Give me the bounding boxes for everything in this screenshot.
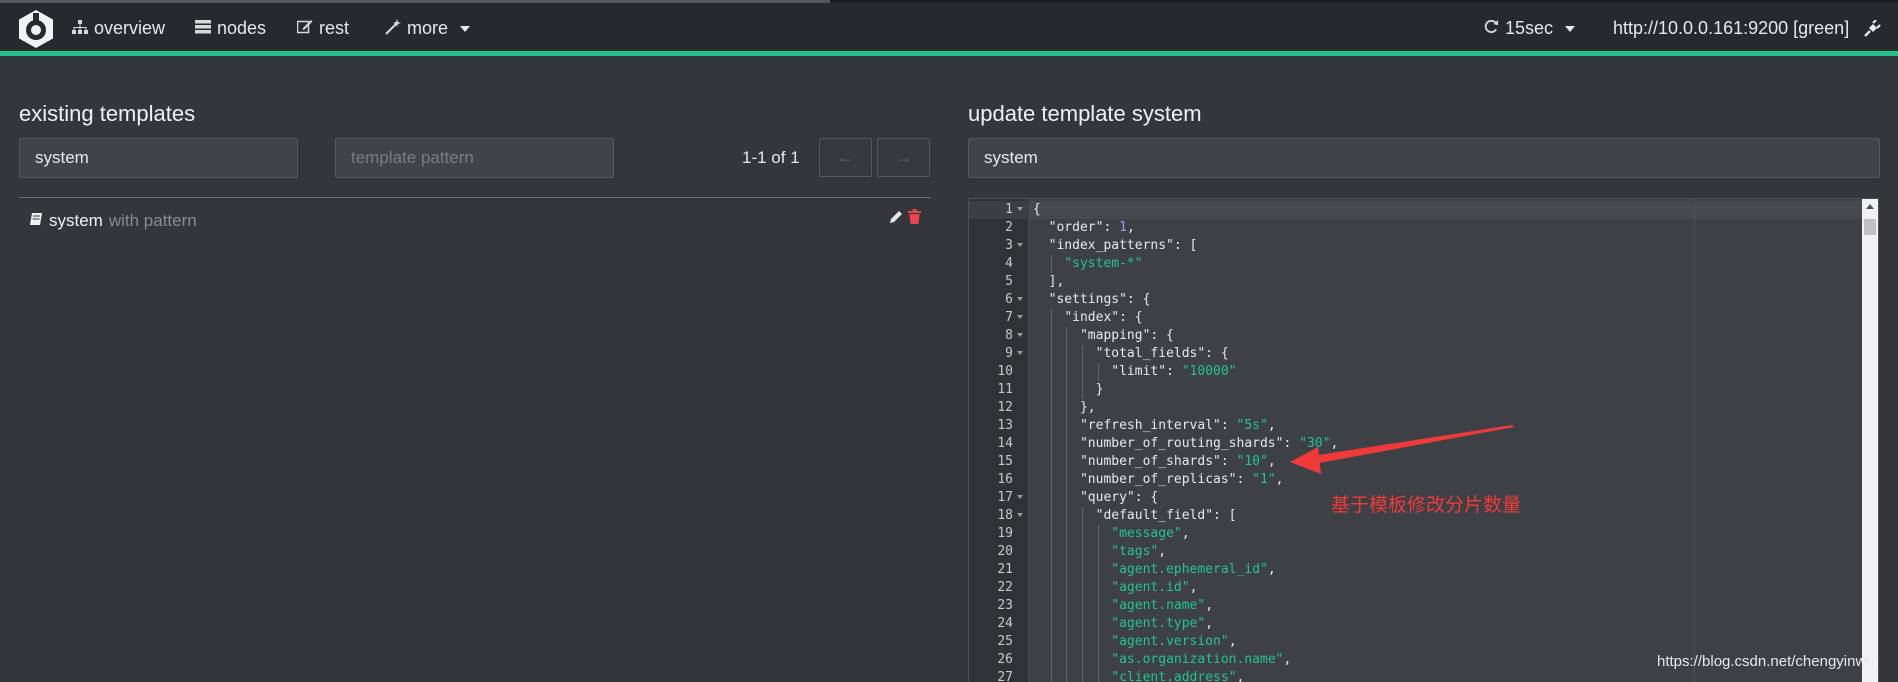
annotation-text: 基于模板修改分片数量 [1331,494,1522,516]
annotation-arrow [1290,425,1514,474]
watermark: https://blog.csdn.net/chengyinwu [1657,653,1875,670]
